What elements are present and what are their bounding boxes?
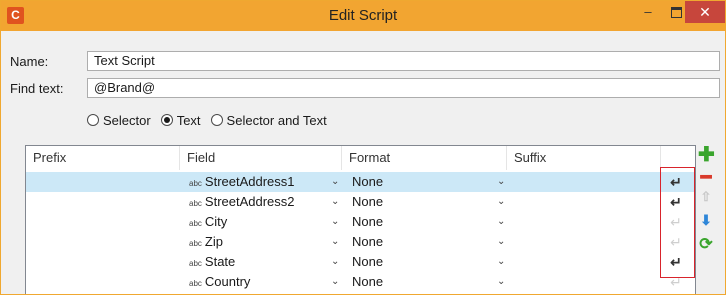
- field-dropdown-icon[interactable]: ⌄: [331, 172, 339, 192]
- field-value: City: [204, 214, 228, 229]
- maximize-icon: [670, 7, 682, 18]
- radio-selector-and-text-label: Selector and Text: [226, 112, 327, 128]
- refresh-icon[interactable]: ⟳: [698, 237, 714, 253]
- format-cell[interactable]: None: [352, 252, 383, 272]
- field-dropdown-icon[interactable]: ⌄: [331, 272, 339, 292]
- table-row[interactable]: abc State ⌄ None ⌄ ↵: [26, 252, 695, 272]
- format-cell[interactable]: None: [352, 212, 383, 232]
- mode-radio-group: Selector Text Selector and Text: [87, 111, 337, 129]
- radio-text[interactable]: Text: [160, 112, 201, 128]
- field-type-label: abc: [189, 259, 202, 268]
- field-dropdown-icon[interactable]: ⌄: [331, 192, 339, 212]
- format-dropdown-icon[interactable]: ⌄: [497, 172, 505, 192]
- format-cell[interactable]: None: [352, 232, 383, 252]
- field-type-label: abc: [189, 279, 202, 288]
- field-value: StreetAddress1: [204, 174, 295, 189]
- edit-script-window: C Edit Script – ✕ Name: Text Script Find…: [0, 0, 726, 295]
- table-row[interactable]: abc Country ⌄ None ⌄ ↵: [26, 272, 695, 292]
- name-label: Name:: [10, 54, 49, 69]
- radio-selector[interactable]: Selector: [87, 113, 151, 128]
- field-cell[interactable]: abc StreetAddress1: [189, 172, 295, 192]
- column-header-prefix[interactable]: Prefix: [26, 146, 180, 170]
- format-dropdown-icon[interactable]: ⌄: [497, 212, 505, 232]
- field-value: StreetAddress2: [204, 194, 295, 209]
- field-cell[interactable]: abc Zip: [189, 232, 223, 252]
- field-dropdown-icon[interactable]: ⌄: [331, 212, 339, 232]
- field-dropdown-icon[interactable]: ⌄: [331, 232, 339, 252]
- add-row-icon[interactable]: ✚: [698, 145, 715, 165]
- remove-row-icon[interactable]: ━: [698, 168, 714, 186]
- column-header-suffix[interactable]: Suffix: [507, 146, 661, 170]
- column-header-format[interactable]: Format: [342, 146, 507, 170]
- field-value: Country: [204, 274, 251, 289]
- newline-column-highlight: [660, 167, 695, 278]
- field-cell[interactable]: abc State: [189, 252, 235, 272]
- format-cell[interactable]: None: [352, 172, 383, 192]
- move-down-icon[interactable]: ⬇: [698, 212, 714, 228]
- find-text-label: Find text:: [10, 81, 64, 96]
- field-cell[interactable]: abc Country: [189, 272, 250, 292]
- radio-selector-and-text-dot[interactable]: [210, 114, 223, 126]
- radio-selector-dot[interactable]: [87, 114, 99, 126]
- table-row[interactable]: abc Zip ⌄ None ⌄ ↵: [26, 232, 695, 252]
- script-parts-grid: Prefix Field Format Suffix abc StreetAddr…: [25, 145, 696, 294]
- close-button[interactable]: ✕: [685, 1, 725, 23]
- radio-text-dot[interactable]: [160, 114, 173, 126]
- move-up-icon[interactable]: ⇧: [698, 189, 714, 205]
- field-value: State: [204, 254, 236, 269]
- field-type-label: abc: [189, 199, 202, 208]
- format-dropdown-icon[interactable]: ⌄: [497, 232, 505, 252]
- radio-text-label: Text: [176, 112, 201, 128]
- table-row[interactable]: abc City ⌄ None ⌄ ↵: [26, 212, 695, 232]
- field-value: Zip: [204, 234, 223, 249]
- name-field[interactable]: Text Script: [87, 51, 720, 71]
- radio-selector-label: Selector: [103, 112, 151, 128]
- field-cell[interactable]: abc StreetAddress2: [189, 192, 295, 212]
- table-row[interactable]: abc StreetAddress1 ⌄ None ⌄ ↵: [26, 172, 695, 192]
- format-cell[interactable]: None: [352, 192, 383, 212]
- format-cell[interactable]: None: [352, 272, 383, 292]
- column-header-field[interactable]: Field: [180, 146, 342, 170]
- format-dropdown-icon[interactable]: ⌄: [497, 252, 505, 272]
- radio-selector-and-text[interactable]: Selector and Text: [210, 112, 327, 128]
- title-bar[interactable]: C Edit Script – ✕: [1, 1, 725, 31]
- minimize-button[interactable]: –: [634, 1, 662, 23]
- field-type-label: abc: [189, 219, 202, 228]
- format-dropdown-icon[interactable]: ⌄: [497, 192, 505, 212]
- field-cell[interactable]: abc City: [189, 212, 227, 232]
- table-row[interactable]: abc StreetAddress2 ⌄ None ⌄ ↵: [26, 192, 695, 212]
- format-dropdown-icon[interactable]: ⌄: [497, 272, 505, 292]
- field-dropdown-icon[interactable]: ⌄: [331, 252, 339, 272]
- field-type-label: abc: [189, 239, 202, 248]
- field-type-label: abc: [189, 179, 202, 188]
- find-text-field[interactable]: @Brand@: [87, 78, 720, 98]
- window-title: Edit Script: [328, 7, 398, 24]
